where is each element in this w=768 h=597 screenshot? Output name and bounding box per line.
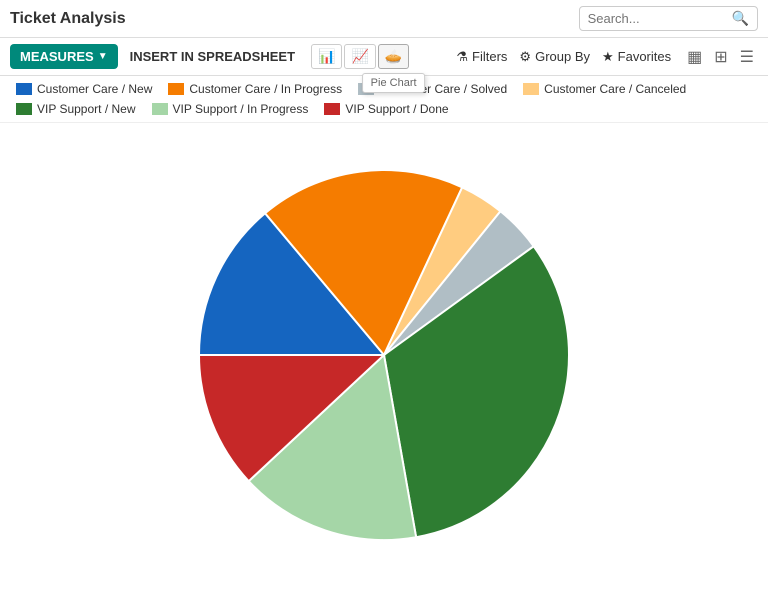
filters-button[interactable]: ⚗ Filters xyxy=(456,49,507,65)
search-icon[interactable]: 🔍 xyxy=(732,10,749,27)
favorites-label: Favorites xyxy=(618,49,671,64)
filters-label: Filters xyxy=(472,49,507,64)
legend-item: VIP Support / In Progress xyxy=(152,102,309,116)
header: Ticket Analysis 🔍 xyxy=(0,0,768,38)
list-view-button[interactable]: ☰ xyxy=(736,45,758,69)
pie-chart-svg xyxy=(174,155,594,555)
search-input[interactable] xyxy=(588,11,728,26)
area-chart-view-button[interactable]: ▦ xyxy=(683,45,706,69)
chart-type-icons: 📊 📈 🥧 Pie Chart xyxy=(311,44,409,69)
legend-item: Customer Care / New xyxy=(16,82,152,96)
legend-item: Customer Care / Canceled xyxy=(523,82,686,96)
legend-label: Customer Care / Canceled xyxy=(544,82,686,96)
toolbar-right: ⚗ Filters ⚙ Group By ★ Favorites ▦ ⊞ ☰ xyxy=(456,45,758,69)
measures-button[interactable]: MEASURES ▼ xyxy=(10,44,118,69)
group-by-icon: ⚙ xyxy=(519,49,531,65)
favorites-button[interactable]: ★ Favorites xyxy=(602,49,671,65)
legend-color xyxy=(523,83,539,95)
legend-color xyxy=(16,83,32,95)
legend-label: VIP Support / New xyxy=(37,102,136,116)
legend-color xyxy=(324,103,340,115)
page-title: Ticket Analysis xyxy=(10,10,126,28)
pie-chart-tooltip: Pie Chart xyxy=(362,73,426,93)
legend-color xyxy=(168,83,184,95)
star-icon: ★ xyxy=(602,49,614,65)
legend-color xyxy=(16,103,32,115)
legend-label: VIP Support / In Progress xyxy=(173,102,309,116)
measures-label: MEASURES xyxy=(20,49,94,64)
legend-label: Customer Care / New xyxy=(37,82,152,96)
legend-label: VIP Support / Done xyxy=(345,102,448,116)
legend-item: VIP Support / New xyxy=(16,102,136,116)
measures-arrow-icon: ▼ xyxy=(98,51,108,62)
legend-label: Customer Care / In Progress xyxy=(189,82,342,96)
pie-chart-icon[interactable]: 🥧 Pie Chart xyxy=(378,44,409,69)
group-by-label: Group By xyxy=(535,49,590,64)
insert-spreadsheet-button[interactable]: INSERT IN SPREADSHEET xyxy=(124,45,301,68)
search-container: 🔍 xyxy=(579,6,758,31)
legend-color xyxy=(152,103,168,115)
filter-icon: ⚗ xyxy=(456,49,468,65)
legend-item: Customer Care / In Progress xyxy=(168,82,342,96)
table-view-button[interactable]: ⊞ xyxy=(710,45,731,69)
legend-item: VIP Support / Done xyxy=(324,102,448,116)
main-content: Customer Care / New Customer Care / In Pr… xyxy=(0,76,768,587)
bar-chart-icon[interactable]: 📊 xyxy=(311,44,342,69)
line-chart-icon[interactable]: 📈 xyxy=(344,44,375,69)
chart-area xyxy=(0,123,768,587)
group-by-button[interactable]: ⚙ Group By xyxy=(519,49,590,65)
view-type-icons: ▦ ⊞ ☰ xyxy=(683,45,758,69)
toolbar: MEASURES ▼ INSERT IN SPREADSHEET 📊 📈 🥧 P… xyxy=(0,38,768,76)
